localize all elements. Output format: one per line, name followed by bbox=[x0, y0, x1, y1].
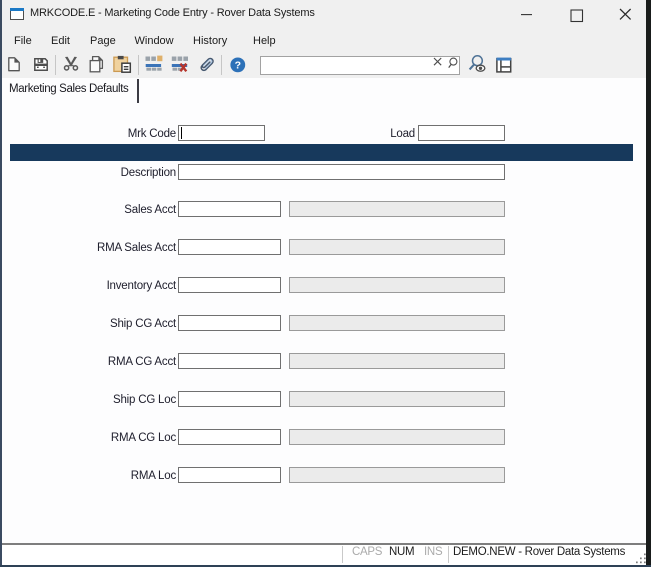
svg-text:?: ? bbox=[234, 59, 240, 71]
